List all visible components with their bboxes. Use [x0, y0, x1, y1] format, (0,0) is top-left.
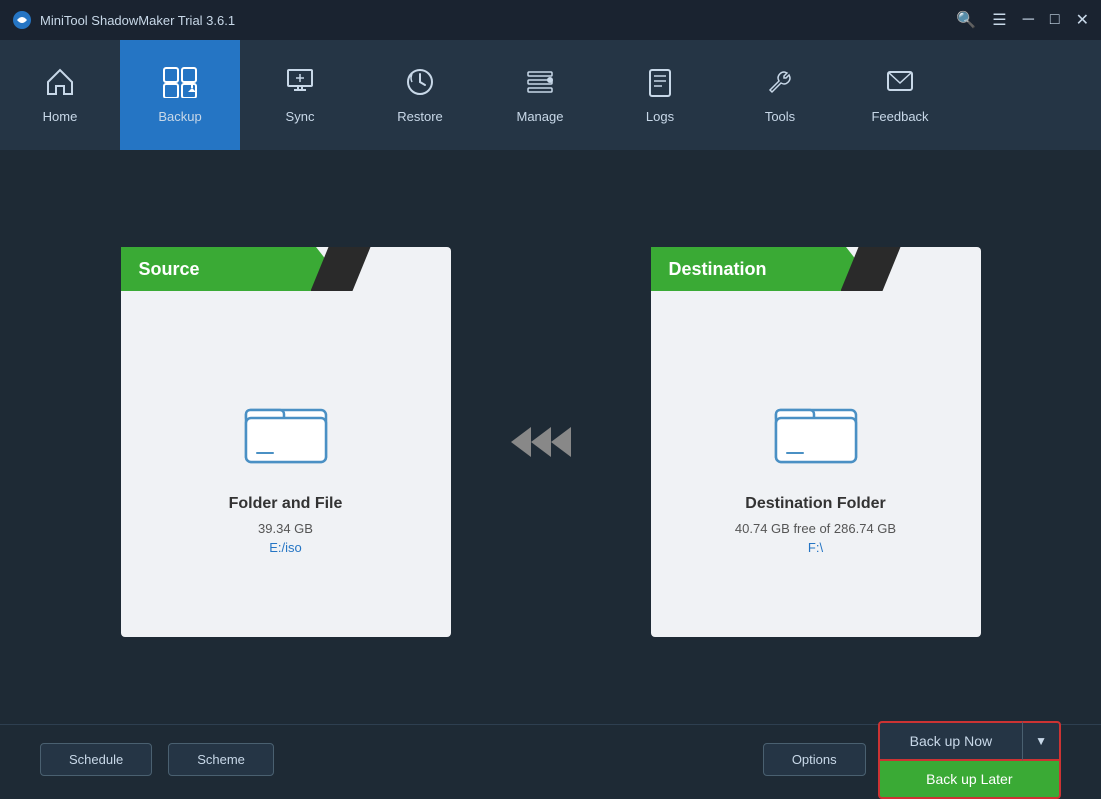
nav-backup-label: Backup: [158, 109, 201, 124]
dest-folder-icon: [771, 390, 861, 475]
scheme-button[interactable]: Scheme: [168, 743, 274, 776]
nav-item-feedback[interactable]: Feedback: [840, 40, 960, 150]
app-logo: [12, 10, 32, 30]
restore-icon: [404, 66, 436, 103]
nav-feedback-label: Feedback: [871, 109, 928, 124]
source-folder-icon: [241, 390, 331, 475]
title-bar: MiniTool ShadowMaker Trial 3.6.1 🔍 ☰ ─ □…: [0, 0, 1101, 40]
nav-restore-label: Restore: [397, 109, 443, 124]
backup-icon: [162, 66, 198, 103]
sync-icon: [284, 66, 316, 103]
nav-home-label: Home: [43, 109, 78, 124]
source-name: Folder and File: [229, 495, 343, 513]
maximize-icon[interactable]: □: [1050, 11, 1060, 29]
flow-arrows: [511, 417, 591, 467]
backup-later-button[interactable]: Back up Later: [878, 761, 1061, 799]
dest-label: Destination: [669, 259, 767, 280]
app-title: MiniTool ShadowMaker Trial 3.6.1: [40, 13, 235, 28]
bottom-right-buttons: Options Back up Now ▼ Back up Later: [763, 721, 1061, 799]
nav-bar: Home Backup Sync: [0, 40, 1101, 150]
source-path: E:/iso: [269, 540, 302, 555]
bottom-left-buttons: Schedule Scheme: [40, 743, 274, 776]
nav-manage-label: Manage: [517, 109, 564, 124]
backup-now-row: Back up Now ▼: [878, 721, 1061, 761]
backup-button-group: Back up Now ▼ Back up Later: [878, 721, 1061, 799]
home-icon: [44, 66, 76, 103]
nav-item-manage[interactable]: Manage: [480, 40, 600, 150]
nav-item-backup[interactable]: Backup: [120, 40, 240, 150]
source-label: Source: [139, 259, 200, 280]
destination-panel[interactable]: Destination Destination Folder 40.74 GB …: [651, 247, 981, 637]
nav-item-home[interactable]: Home: [0, 40, 120, 150]
nav-sync-label: Sync: [286, 109, 315, 124]
source-panel[interactable]: Source Folder and File 39.34 GB E:/iso: [121, 247, 451, 637]
main-content: Source Folder and File 39.34 GB E:/iso D…: [0, 150, 1101, 724]
schedule-button[interactable]: Schedule: [40, 743, 152, 776]
title-bar-controls: 🔍 ☰ ─ □ ✕: [956, 10, 1089, 30]
nav-item-sync[interactable]: Sync: [240, 40, 360, 150]
menu-icon[interactable]: ☰: [992, 10, 1006, 30]
dest-name: Destination Folder: [745, 495, 885, 513]
arrow-container: [511, 417, 591, 467]
tools-icon: [764, 66, 796, 103]
close-icon[interactable]: ✕: [1076, 10, 1089, 30]
nav-item-tools[interactable]: Tools: [720, 40, 840, 150]
minimize-icon[interactable]: ─: [1023, 11, 1034, 29]
feedback-icon: [884, 66, 916, 103]
nav-item-logs[interactable]: Logs: [600, 40, 720, 150]
dest-path: F:\: [808, 540, 823, 555]
nav-tools-label: Tools: [765, 109, 795, 124]
nav-item-restore[interactable]: Restore: [360, 40, 480, 150]
dest-size: 40.74 GB free of 286.74 GB: [735, 521, 896, 536]
manage-icon: [524, 66, 556, 103]
backup-now-button[interactable]: Back up Now: [878, 721, 1022, 761]
options-button[interactable]: Options: [763, 743, 866, 776]
search-icon[interactable]: 🔍: [956, 10, 976, 30]
backup-dropdown-button[interactable]: ▼: [1022, 721, 1061, 761]
source-size: 39.34 GB: [258, 521, 313, 536]
logs-icon: [644, 66, 676, 103]
title-bar-left: MiniTool ShadowMaker Trial 3.6.1: [12, 10, 235, 30]
nav-logs-label: Logs: [646, 109, 674, 124]
bottom-bar: Schedule Scheme Options Back up Now ▼ Ba…: [0, 724, 1101, 794]
